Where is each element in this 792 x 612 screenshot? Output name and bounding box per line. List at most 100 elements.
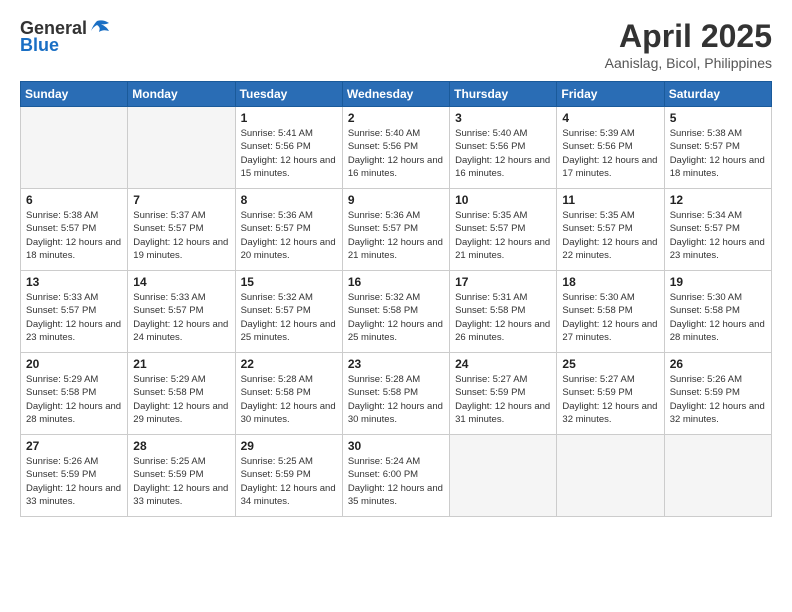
table-row: 11Sunrise: 5:35 AMSunset: 5:57 PMDayligh… — [557, 189, 664, 271]
day-info: Sunrise: 5:33 AMSunset: 5:57 PMDaylight:… — [26, 291, 122, 344]
day-info: Sunrise: 5:28 AMSunset: 5:58 PMDaylight:… — [241, 373, 337, 426]
col-sunday: Sunday — [21, 82, 128, 107]
day-info: Sunrise: 5:40 AMSunset: 5:56 PMDaylight:… — [348, 127, 444, 180]
day-number: 12 — [670, 193, 766, 207]
day-info: Sunrise: 5:38 AMSunset: 5:57 PMDaylight:… — [26, 209, 122, 262]
logo-blue-text: Blue — [20, 35, 59, 56]
header: General Blue April 2025 Aanislag, Bicol,… — [20, 18, 772, 71]
day-number: 4 — [562, 111, 658, 125]
table-row: 6 Sunrise: 5:38 AMSunset: 5:57 PMDaylight… — [21, 189, 128, 271]
col-friday: Friday — [557, 82, 664, 107]
table-row: 5Sunrise: 5:38 AMSunset: 5:57 PMDaylight… — [664, 107, 771, 189]
table-row: 14 Sunrise: 5:33 AMSunset: 5:57 PMDayligh… — [128, 271, 235, 353]
day-info: Sunrise: 5:24 AMSunset: 6:00 PMDaylight:… — [348, 455, 444, 508]
day-number: 25 — [562, 357, 658, 371]
table-row: 20 Sunrise: 5:29 AMSunset: 5:58 PMDayligh… — [21, 353, 128, 435]
page: General Blue April 2025 Aanislag, Bicol,… — [0, 0, 792, 612]
day-number: 15 — [241, 275, 337, 289]
day-number: 27 — [26, 439, 122, 453]
day-number: 10 — [455, 193, 551, 207]
table-row: 30 Sunrise: 5:24 AMSunset: 6:00 PMDayligh… — [342, 435, 449, 517]
day-number: 29 — [241, 439, 337, 453]
table-row: 15 Sunrise: 5:32 AMSunset: 5:57 PMDayligh… — [235, 271, 342, 353]
day-info: Sunrise: 5:30 AMSunset: 5:58 PMDaylight:… — [562, 291, 658, 344]
col-saturday: Saturday — [664, 82, 771, 107]
day-info: Sunrise: 5:39 AMSunset: 5:56 PMDaylight:… — [562, 127, 658, 180]
table-row: 16 Sunrise: 5:32 AMSunset: 5:58 PMDayligh… — [342, 271, 449, 353]
calendar-header-row: Sunday Monday Tuesday Wednesday Thursday… — [21, 82, 772, 107]
day-number: 1 — [241, 111, 337, 125]
location-subtitle: Aanislag, Bicol, Philippines — [605, 55, 772, 71]
day-info: Sunrise: 5:33 AMSunset: 5:57 PMDaylight:… — [133, 291, 229, 344]
day-number: 14 — [133, 275, 229, 289]
logo-bird-icon — [89, 19, 111, 37]
day-number: 6 — [26, 193, 122, 207]
table-row: 28 Sunrise: 5:25 AMSunset: 5:59 PMDayligh… — [128, 435, 235, 517]
day-number: 11 — [562, 193, 658, 207]
day-number: 13 — [26, 275, 122, 289]
col-thursday: Thursday — [450, 82, 557, 107]
table-row — [450, 435, 557, 517]
day-info: Sunrise: 5:37 AMSunset: 5:57 PMDaylight:… — [133, 209, 229, 262]
day-number: 7 — [133, 193, 229, 207]
day-info: Sunrise: 5:32 AMSunset: 5:57 PMDaylight:… — [241, 291, 337, 344]
day-number: 8 — [241, 193, 337, 207]
table-row: 24 Sunrise: 5:27 AMSunset: 5:59 PMDayligh… — [450, 353, 557, 435]
day-info: Sunrise: 5:34 AMSunset: 5:57 PMDaylight:… — [670, 209, 766, 262]
day-info: Sunrise: 5:27 AMSunset: 5:59 PMDaylight:… — [562, 373, 658, 426]
col-tuesday: Tuesday — [235, 82, 342, 107]
calendar-week-row: 6 Sunrise: 5:38 AMSunset: 5:57 PMDaylight… — [21, 189, 772, 271]
day-number: 30 — [348, 439, 444, 453]
table-row — [128, 107, 235, 189]
day-info: Sunrise: 5:26 AMSunset: 5:59 PMDaylight:… — [670, 373, 766, 426]
day-number: 20 — [26, 357, 122, 371]
col-monday: Monday — [128, 82, 235, 107]
calendar-week-row: 27 Sunrise: 5:26 AMSunset: 5:59 PMDayligh… — [21, 435, 772, 517]
calendar-week-row: 1 Sunrise: 5:41 AMSunset: 5:56 PMDaylight… — [21, 107, 772, 189]
day-number: 26 — [670, 357, 766, 371]
month-title: April 2025 — [605, 18, 772, 55]
day-info: Sunrise: 5:41 AMSunset: 5:56 PMDaylight:… — [241, 127, 337, 180]
day-info: Sunrise: 5:38 AMSunset: 5:57 PMDaylight:… — [670, 127, 766, 180]
logo: General Blue — [20, 18, 111, 56]
day-info: Sunrise: 5:29 AMSunset: 5:58 PMDaylight:… — [133, 373, 229, 426]
day-info: Sunrise: 5:29 AMSunset: 5:58 PMDaylight:… — [26, 373, 122, 426]
day-info: Sunrise: 5:32 AMSunset: 5:58 PMDaylight:… — [348, 291, 444, 344]
table-row: 9 Sunrise: 5:36 AMSunset: 5:57 PMDaylight… — [342, 189, 449, 271]
day-number: 18 — [562, 275, 658, 289]
day-number: 9 — [348, 193, 444, 207]
day-info: Sunrise: 5:25 AMSunset: 5:59 PMDaylight:… — [241, 455, 337, 508]
calendar-week-row: 20 Sunrise: 5:29 AMSunset: 5:58 PMDayligh… — [21, 353, 772, 435]
day-info: Sunrise: 5:25 AMSunset: 5:59 PMDaylight:… — [133, 455, 229, 508]
day-number: 3 — [455, 111, 551, 125]
table-row: 19 Sunrise: 5:30 AMSunset: 5:58 PMDayligh… — [664, 271, 771, 353]
table-row: 8 Sunrise: 5:36 AMSunset: 5:57 PMDaylight… — [235, 189, 342, 271]
table-row: 23Sunrise: 5:28 AMSunset: 5:58 PMDayligh… — [342, 353, 449, 435]
table-row: 1 Sunrise: 5:41 AMSunset: 5:56 PMDaylight… — [235, 107, 342, 189]
title-section: April 2025 Aanislag, Bicol, Philippines — [605, 18, 772, 71]
calendar-table: Sunday Monday Tuesday Wednesday Thursday… — [20, 81, 772, 517]
table-row — [664, 435, 771, 517]
day-info: Sunrise: 5:30 AMSunset: 5:58 PMDaylight:… — [670, 291, 766, 344]
calendar-week-row: 13 Sunrise: 5:33 AMSunset: 5:57 PMDayligh… — [21, 271, 772, 353]
day-number: 22 — [241, 357, 337, 371]
table-row: 29 Sunrise: 5:25 AMSunset: 5:59 PMDayligh… — [235, 435, 342, 517]
table-row: 25 Sunrise: 5:27 AMSunset: 5:59 PMDayligh… — [557, 353, 664, 435]
day-number: 16 — [348, 275, 444, 289]
day-info: Sunrise: 5:36 AMSunset: 5:57 PMDaylight:… — [348, 209, 444, 262]
col-wednesday: Wednesday — [342, 82, 449, 107]
day-info: Sunrise: 5:27 AMSunset: 5:59 PMDaylight:… — [455, 373, 551, 426]
day-number: 28 — [133, 439, 229, 453]
day-number: 23 — [348, 357, 444, 371]
day-number: 17 — [455, 275, 551, 289]
day-info: Sunrise: 5:26 AMSunset: 5:59 PMDaylight:… — [26, 455, 122, 508]
day-info: Sunrise: 5:36 AMSunset: 5:57 PMDaylight:… — [241, 209, 337, 262]
table-row: 17 Sunrise: 5:31 AMSunset: 5:58 PMDayligh… — [450, 271, 557, 353]
day-info: Sunrise: 5:40 AMSunset: 5:56 PMDaylight:… — [455, 127, 551, 180]
day-number: 19 — [670, 275, 766, 289]
table-row: 13 Sunrise: 5:33 AMSunset: 5:57 PMDayligh… — [21, 271, 128, 353]
day-number: 24 — [455, 357, 551, 371]
day-info: Sunrise: 5:31 AMSunset: 5:58 PMDaylight:… — [455, 291, 551, 344]
table-row: 18 Sunrise: 5:30 AMSunset: 5:58 PMDayligh… — [557, 271, 664, 353]
day-number: 21 — [133, 357, 229, 371]
